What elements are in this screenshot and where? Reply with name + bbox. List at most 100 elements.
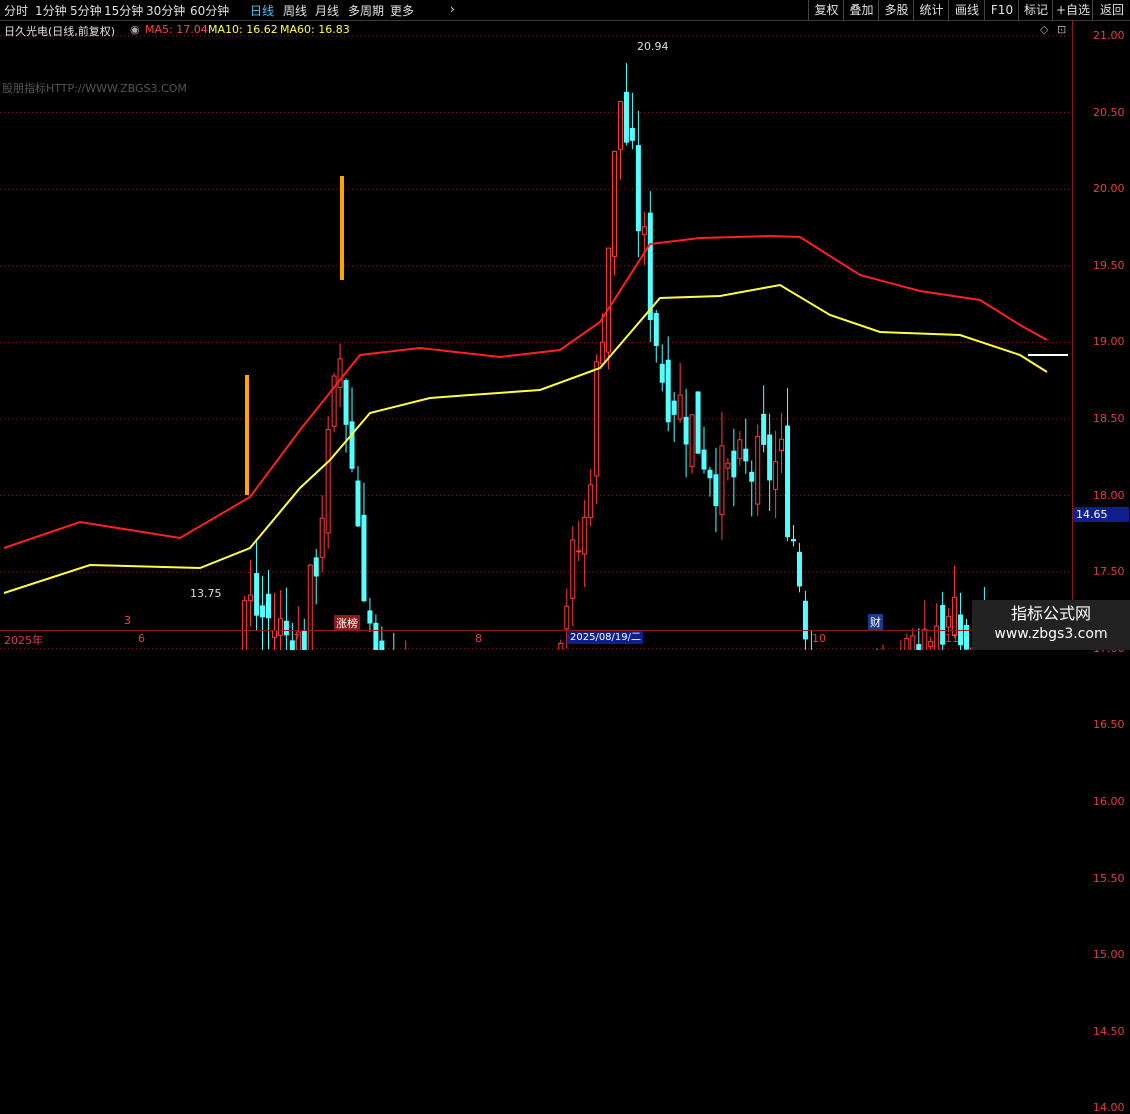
period-tab[interactable]: 周线: [283, 2, 307, 19]
y-tick-label: 19.00: [1093, 335, 1125, 349]
candle: [952, 565, 958, 639]
candle: [582, 499, 588, 588]
y-tick-label: 16.50: [1093, 718, 1125, 732]
candle: [785, 388, 791, 542]
candle: [367, 597, 373, 632]
selected-date-box: 2025/08/19/二: [568, 631, 644, 644]
limit-up-bar: [340, 176, 344, 280]
candle: [683, 388, 689, 478]
candle: [665, 336, 671, 432]
y-tick-label: 18.00: [1093, 488, 1125, 502]
event-marker-1[interactable]: 3: [124, 614, 131, 627]
candle: [767, 413, 773, 512]
candle: [689, 414, 695, 474]
candle: [707, 466, 713, 497]
candle: [576, 520, 582, 562]
period-tab[interactable]: 60分钟: [190, 2, 229, 19]
time-label: 7: [293, 632, 300, 645]
candle: [355, 466, 361, 528]
candle: [325, 416, 331, 549]
y-tick-label: 15.00: [1093, 948, 1125, 962]
toolbar: 分时 1分钟 5分钟 15分钟 30分钟 60分钟 日线 周线 月线 多周期 更多 › 复权 叠加 多股统…: [0, 0, 1130, 21]
candle: [659, 344, 665, 392]
period-tab[interactable]: 月线: [315, 2, 339, 19]
candle: [946, 608, 952, 633]
limit-up-bar: [245, 375, 249, 495]
candle: [349, 387, 355, 473]
candle: [677, 362, 683, 423]
ma10-label: MA10: 16.62: [208, 23, 278, 36]
candle: [319, 495, 325, 573]
toolbar-button[interactable]: 复权: [808, 0, 844, 20]
candle: [647, 191, 653, 343]
ma-yellow-line: [3, 283, 1048, 594]
candle: [725, 458, 731, 481]
time-label: 2025年: [4, 634, 43, 647]
time-label: 10: [812, 632, 826, 645]
candle: [594, 354, 600, 504]
candle: [361, 482, 367, 602]
time-label: 6: [138, 632, 145, 645]
period-tab[interactable]: 日线: [250, 2, 274, 19]
watermark: 股朋指标HTTP://WWW.ZBGS3.COM: [2, 82, 187, 95]
candle: [313, 548, 319, 605]
candle: [331, 372, 337, 433]
candle: [248, 560, 254, 627]
settings-icon[interactable]: ◉: [130, 23, 140, 36]
current-price-box: 14.65: [1073, 507, 1129, 522]
event-marker-finance[interactable]: 财: [868, 614, 883, 630]
y-tick-label: 20.50: [1093, 105, 1125, 119]
y-tick-label: 16.00: [1093, 795, 1125, 808]
period-tab[interactable]: 1分钟: [35, 2, 67, 19]
chevron-right-icon[interactable]: ›: [450, 2, 455, 16]
event-marker-limitup[interactable]: 涨榜: [334, 615, 360, 631]
stock-title: 日久光电(日线,前复权): [4, 25, 116, 38]
y-tick-label: 15.50: [1093, 871, 1125, 885]
candle: [737, 431, 743, 466]
toolbar-button[interactable]: F10: [984, 0, 1019, 20]
candle: [731, 428, 737, 507]
candle: [695, 391, 701, 455]
candle: [653, 310, 659, 363]
toolbar-button[interactable]: 标记: [1018, 0, 1053, 20]
brand-logo: 指标公式网 www.zbgs3.com: [972, 600, 1130, 650]
toolbar-button[interactable]: 多股: [878, 0, 914, 20]
candle: [791, 524, 796, 547]
candle: [570, 526, 576, 627]
toolbar-button[interactable]: 画线: [948, 0, 985, 20]
y-tick-label: 17.50: [1093, 565, 1125, 579]
period-tab[interactable]: 5分钟: [70, 2, 102, 19]
period-tab[interactable]: 多周期: [348, 2, 384, 19]
info-bar: 日久光电(日线,前复权) ◉ MA5: 17.04 MA10: 16.62 MA…: [0, 20, 1072, 38]
candle: [796, 543, 802, 593]
y-tick-label: 21.00: [1093, 29, 1125, 42]
candle: [701, 426, 707, 474]
toolbar-button[interactable]: 叠加: [843, 0, 879, 20]
period-tab[interactable]: 30分钟: [146, 2, 185, 19]
candlestick-chart[interactable]: 20.94 13.75: [0, 0, 1130, 650]
ma60-label: MA60: 16.83: [280, 23, 350, 36]
candle: [617, 100, 623, 180]
candle: [254, 539, 260, 632]
y-tick-label: 14.00: [1093, 1101, 1125, 1114]
restore-icon[interactable]: ⊡: [1057, 23, 1066, 36]
toolbar-button[interactable]: +自选: [1052, 0, 1093, 20]
candle: [779, 412, 785, 474]
candle: [612, 150, 618, 276]
toolbar-button[interactable]: 返回: [1092, 0, 1130, 20]
high-price-annotation: 20.94: [637, 40, 669, 53]
y-tick-label: 14.50: [1093, 1024, 1125, 1038]
candle: [641, 212, 647, 265]
toolbar-button[interactable]: 统计: [913, 0, 949, 20]
candle: [719, 412, 725, 541]
period-tab[interactable]: 更多: [390, 2, 414, 19]
candle: [755, 424, 761, 517]
diamond-icon[interactable]: ◇: [1040, 23, 1048, 36]
candle: [761, 385, 767, 453]
time-label: 11: [945, 632, 959, 645]
period-tab[interactable]: 分时: [4, 2, 28, 19]
period-tab[interactable]: 15分钟: [104, 2, 143, 19]
time-axis: [0, 630, 1130, 651]
candle: [671, 391, 677, 443]
ma5-label: MA5: 17.04: [145, 23, 208, 36]
